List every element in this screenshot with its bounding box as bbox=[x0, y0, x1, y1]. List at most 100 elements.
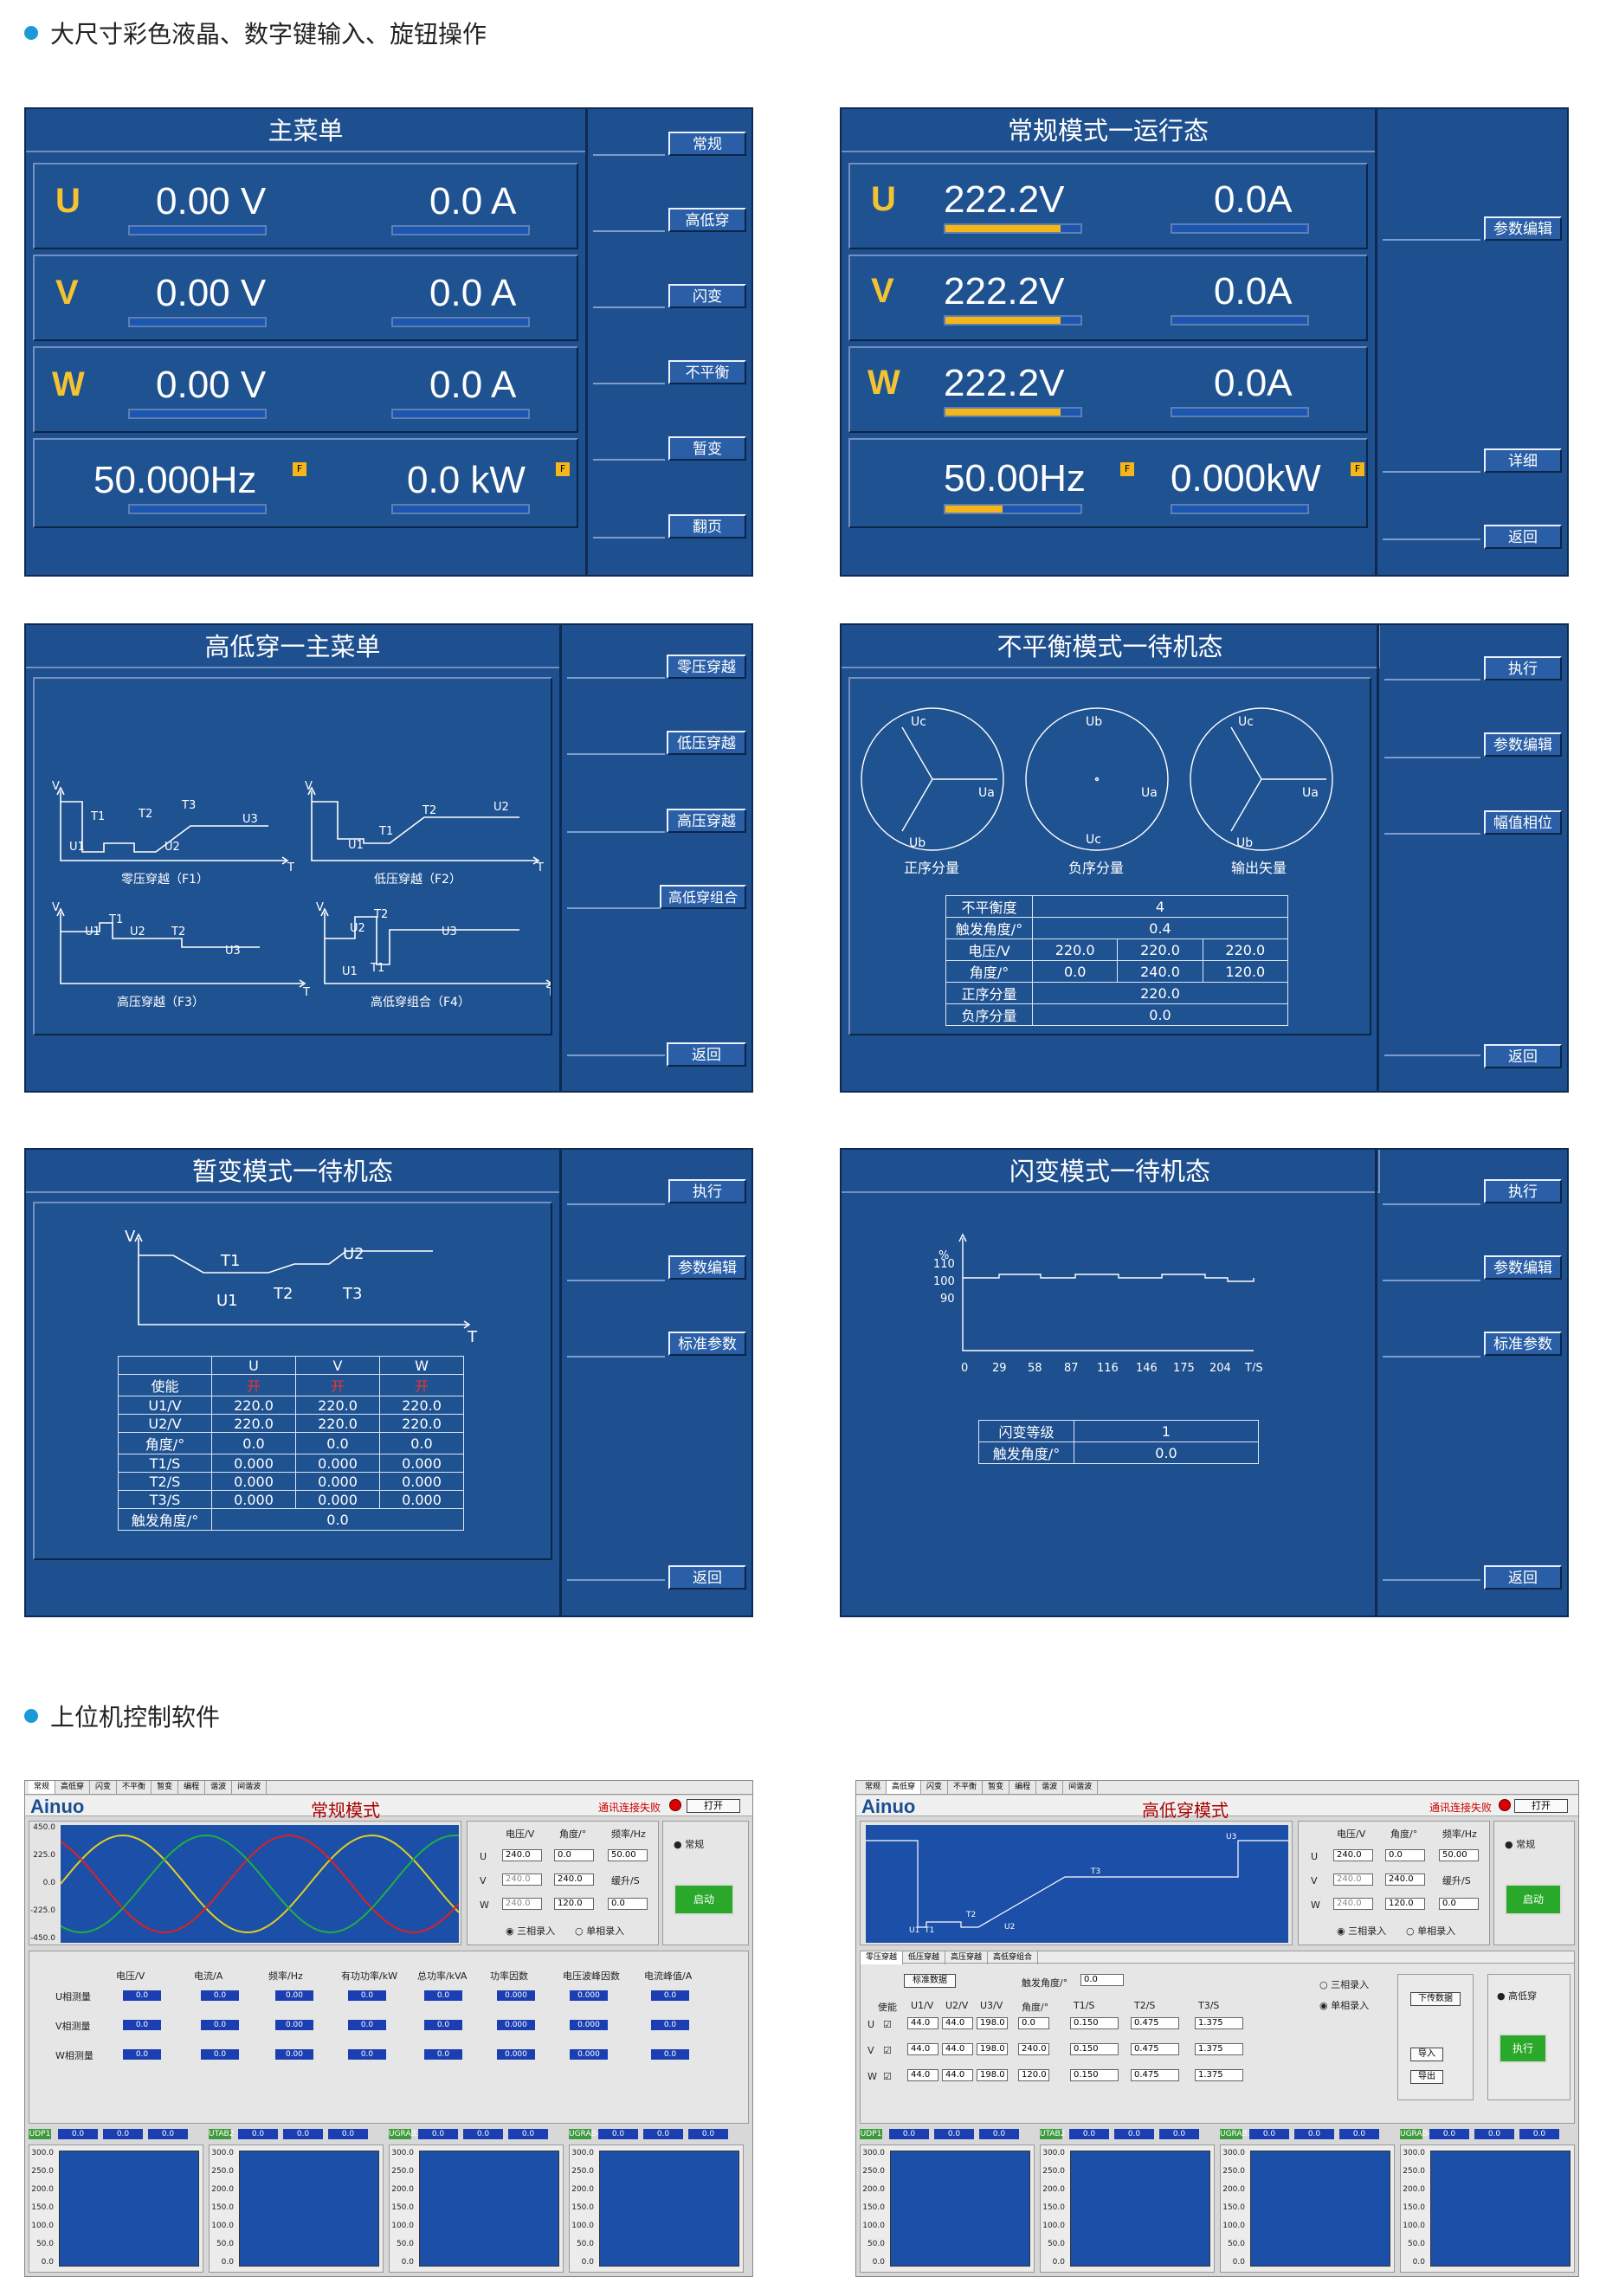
tab-program[interactable]: 编程 bbox=[178, 1781, 206, 1794]
start-button[interactable]: 启动 bbox=[674, 1884, 734, 1915]
param-value-input[interactable]: 44.0 bbox=[907, 2017, 938, 2029]
btn-unbalance[interactable]: 不平衡 bbox=[668, 360, 746, 384]
param-value-input[interactable]: 198.0 bbox=[977, 2069, 1008, 2081]
v-angle-input[interactable]: 240.0 bbox=[1385, 1874, 1425, 1886]
param-value-input[interactable]: 240.0 bbox=[1018, 2043, 1049, 2055]
btn-back[interactable]: 返回 bbox=[1484, 525, 1562, 549]
ramp-input[interactable]: 0.0 bbox=[608, 1898, 648, 1910]
btn-back[interactable]: 返回 bbox=[1484, 1044, 1562, 1068]
param-value-input[interactable]: 0.150 bbox=[1070, 2069, 1119, 2081]
tab-flicker[interactable]: 闪变 bbox=[90, 1781, 118, 1794]
w-voltage-input[interactable]: 240.0 bbox=[1333, 1898, 1373, 1910]
u-voltage-input[interactable]: 240.0 bbox=[502, 1849, 542, 1861]
start-button[interactable]: 启动 bbox=[1505, 1884, 1562, 1915]
tab-harmonic[interactable]: 谐波 bbox=[205, 1781, 233, 1794]
btn-back[interactable]: 返回 bbox=[1484, 1565, 1562, 1590]
export-button[interactable]: 导出 bbox=[1410, 2070, 1443, 2084]
param-value-input[interactable]: 0.150 bbox=[1070, 2017, 1119, 2029]
tab-unbalance[interactable]: 不平衡 bbox=[948, 1781, 984, 1794]
standard-data-button[interactable]: 标准数据 bbox=[904, 1974, 956, 1988]
tab-normal[interactable]: 常规 bbox=[29, 1781, 56, 1794]
btn-page[interactable]: 翻页 bbox=[668, 514, 746, 539]
param-value-input[interactable]: 0.150 bbox=[1070, 2043, 1119, 2055]
radio-three-phase[interactable]: ◉ 三相录入 bbox=[1337, 1924, 1386, 1938]
ramp-input[interactable]: 0.0 bbox=[1439, 1898, 1479, 1910]
subtab-zero[interactable]: 零压穿越 bbox=[861, 1951, 904, 1964]
param-value-input[interactable]: 1.375 bbox=[1195, 2069, 1243, 2081]
btn-param-edit[interactable]: 参数编辑 bbox=[1484, 732, 1562, 757]
tab-interharmonic[interactable]: 间谐波 bbox=[232, 1781, 268, 1794]
param-value-input[interactable]: 44.0 bbox=[942, 2069, 973, 2081]
tab-unbalance[interactable]: 不平衡 bbox=[117, 1781, 152, 1794]
param-value-input[interactable]: 0.475 bbox=[1131, 2017, 1179, 2029]
btn-back[interactable]: 返回 bbox=[668, 1565, 746, 1590]
frequency-input[interactable]: 50.00 bbox=[1439, 1849, 1479, 1861]
btn-low-ride[interactable]: 低压穿越 bbox=[667, 731, 746, 755]
param-value-input[interactable]: 198.0 bbox=[977, 2017, 1008, 2029]
radio-three-phase[interactable]: ◉ 三相录入 bbox=[506, 1924, 555, 1938]
u-voltage-input[interactable]: 240.0 bbox=[1333, 1849, 1373, 1861]
btn-normal[interactable]: 常规 bbox=[668, 132, 746, 156]
enable-checkbox[interactable]: ☑ bbox=[883, 2045, 892, 2056]
tab-transient[interactable]: 暂变 bbox=[152, 1781, 179, 1794]
btn-execute[interactable]: 执行 bbox=[1484, 1179, 1562, 1203]
param-value-input[interactable]: 198.0 bbox=[977, 2043, 1008, 2055]
enable-checkbox[interactable]: ☑ bbox=[883, 2019, 892, 2030]
param-value-input[interactable]: 44.0 bbox=[907, 2043, 938, 2055]
radio-three-phase[interactable]: ○ 三相录入 bbox=[1319, 1977, 1369, 1991]
param-value-input[interactable]: 44.0 bbox=[942, 2043, 973, 2055]
tab-transient[interactable]: 暂变 bbox=[983, 1781, 1010, 1794]
btn-standard-param[interactable]: 标准参数 bbox=[1484, 1332, 1562, 1356]
param-value-input[interactable]: 0.475 bbox=[1131, 2043, 1179, 2055]
radio-single-phase[interactable]: ○ 单相录入 bbox=[1406, 1924, 1455, 1938]
execute-button[interactable]: 执行 bbox=[1499, 2034, 1547, 2063]
btn-detail[interactable]: 详细 bbox=[1484, 448, 1562, 473]
v-voltage-input[interactable]: 240.0 bbox=[1333, 1874, 1373, 1886]
subtab-low[interactable]: 低压穿越 bbox=[903, 1951, 946, 1964]
tab-high-low[interactable]: 高低穿 bbox=[887, 1781, 922, 1794]
subtab-high[interactable]: 高压穿越 bbox=[945, 1951, 989, 1964]
tab-flicker[interactable]: 闪变 bbox=[921, 1781, 949, 1794]
btn-high-low[interactable]: 高低穿 bbox=[668, 208, 746, 232]
tab-program[interactable]: 编程 bbox=[1009, 1781, 1037, 1794]
tab-high-low[interactable]: 高低穿 bbox=[55, 1781, 91, 1794]
v-voltage-input[interactable]: 240.0 bbox=[502, 1874, 542, 1886]
btn-back[interactable]: 返回 bbox=[667, 1042, 746, 1067]
import-button[interactable]: 导入 bbox=[1410, 2048, 1443, 2061]
btn-param-edit[interactable]: 参数编辑 bbox=[1484, 1255, 1562, 1280]
param-value-input[interactable]: 1.375 bbox=[1195, 2017, 1243, 2029]
btn-flicker[interactable]: 闪变 bbox=[668, 284, 746, 308]
btn-param-edit[interactable]: 参数编辑 bbox=[1484, 216, 1562, 241]
enable-checkbox[interactable]: ☑ bbox=[883, 2071, 892, 2082]
btn-zero-ride[interactable]: 零压穿越 bbox=[667, 655, 746, 679]
open-button[interactable]: 打开 bbox=[687, 1799, 740, 1813]
param-value-input[interactable]: 0.0 bbox=[1018, 2017, 1049, 2029]
v-angle-input[interactable]: 240.0 bbox=[554, 1874, 594, 1886]
btn-high-ride[interactable]: 高压穿越 bbox=[667, 809, 746, 833]
trigger-angle-input[interactable]: 0.0 bbox=[1080, 1974, 1124, 1986]
w-voltage-input[interactable]: 240.0 bbox=[502, 1898, 542, 1910]
subtab-combo[interactable]: 高低穿组合 bbox=[988, 1951, 1039, 1964]
param-value-input[interactable]: 44.0 bbox=[907, 2069, 938, 2081]
btn-combo-ride[interactable]: 高低穿组合 bbox=[660, 885, 746, 909]
btn-standard-param[interactable]: 标准参数 bbox=[668, 1332, 746, 1356]
btn-param-edit[interactable]: 参数编辑 bbox=[668, 1255, 746, 1280]
btn-amp-phase[interactable]: 幅值相位 bbox=[1484, 810, 1562, 835]
btn-execute[interactable]: 执行 bbox=[668, 1179, 746, 1203]
param-value-input[interactable]: 1.375 bbox=[1195, 2043, 1243, 2055]
radio-single-phase[interactable]: ○ 单相录入 bbox=[575, 1924, 624, 1938]
btn-transient[interactable]: 暂变 bbox=[668, 436, 746, 461]
u-angle-input[interactable]: 0.0 bbox=[554, 1849, 594, 1861]
btn-execute[interactable]: 执行 bbox=[1484, 656, 1562, 680]
frequency-input[interactable]: 50.00 bbox=[608, 1849, 648, 1861]
tab-interharmonic[interactable]: 间谐波 bbox=[1063, 1781, 1099, 1794]
w-angle-input[interactable]: 120.0 bbox=[1385, 1898, 1425, 1910]
param-value-input[interactable]: 120.0 bbox=[1018, 2069, 1049, 2081]
open-button[interactable]: 打开 bbox=[1514, 1799, 1568, 1813]
radio-single-phase[interactable]: ◉ 单相录入 bbox=[1319, 1998, 1369, 2012]
param-value-input[interactable]: 0.475 bbox=[1131, 2069, 1179, 2081]
param-value-input[interactable]: 44.0 bbox=[942, 2017, 973, 2029]
download-data-button[interactable]: 下传数据 bbox=[1410, 1992, 1461, 2006]
tab-harmonic[interactable]: 谐波 bbox=[1036, 1781, 1064, 1794]
w-angle-input[interactable]: 120.0 bbox=[554, 1898, 594, 1910]
